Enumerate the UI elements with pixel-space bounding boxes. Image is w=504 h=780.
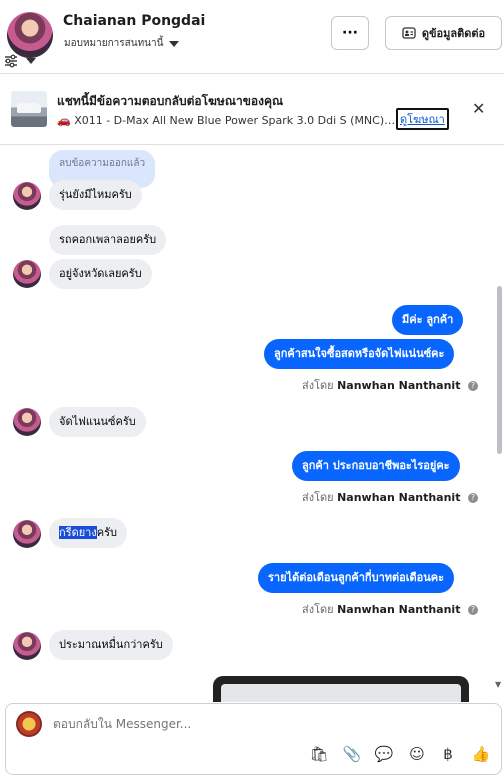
more-options-button[interactable]: ··· bbox=[331, 16, 369, 50]
incoming-message[interactable]: รุ่นยังมีไหมครับ bbox=[49, 180, 142, 210]
shopping-bag-icon[interactable]: 🛍 bbox=[309, 744, 329, 764]
ad-banner-subtitle: 🚗 X011 - D-Max All New Blue Power Spark … bbox=[57, 114, 397, 127]
scrollbar-thumb[interactable] bbox=[497, 286, 502, 454]
ad-thumbnail[interactable] bbox=[11, 91, 47, 127]
close-icon[interactable]: ✕ bbox=[472, 99, 485, 118]
message-thread: ลบข้อความออกแล้ว รุ่นยังมีไหมครับ รถคอกเ… bbox=[0, 146, 504, 702]
selected-text: กรีดยาง bbox=[59, 526, 97, 539]
incoming-message[interactable]: อยู่จังหวัดเลยครับ bbox=[49, 259, 152, 289]
outgoing-message[interactable]: รายได้ต่อเดือนลูกค้ากี่บาทต่อเดือนคะ bbox=[258, 563, 455, 593]
contact-avatar-small[interactable] bbox=[13, 632, 41, 660]
contact-avatar-small[interactable] bbox=[13, 408, 41, 436]
assign-label: มอบหมายการสนทนานี้ bbox=[64, 38, 164, 49]
contact-avatar[interactable] bbox=[7, 12, 53, 58]
sent-by-label: ส่งโดย Nanwhan Nanthanit ? bbox=[302, 376, 478, 394]
attachment-icon[interactable]: 📎 bbox=[342, 744, 362, 764]
incoming-message[interactable]: รถคอกเพลาลอยครับ bbox=[49, 225, 167, 255]
image-message-preview[interactable] bbox=[213, 676, 469, 702]
like-icon[interactable]: 👍 bbox=[471, 744, 491, 764]
sender-name: Nanwhan Nanthanit bbox=[337, 603, 461, 616]
view-contact-info-button[interactable]: ดูข้อมูลติดต่อ bbox=[385, 16, 502, 50]
sent-by-label: ส่งโดย Nanwhan Nanthanit ? bbox=[302, 488, 478, 506]
view-ad-link[interactable]: ดูโฆษณา bbox=[396, 108, 449, 130]
contact-info-label: ดูข้อมูลติดต่อ bbox=[421, 27, 486, 40]
outgoing-message[interactable]: มีค่ะ ลูกค้า bbox=[392, 305, 464, 335]
assign-conversation-dropdown[interactable]: มอบหมายการสนทนานี้ bbox=[64, 36, 180, 51]
contact-card-icon bbox=[402, 27, 416, 39]
contact-name[interactable]: Chaianan Pongdai bbox=[63, 13, 205, 29]
info-icon[interactable]: ? bbox=[467, 493, 478, 503]
outgoing-message[interactable]: ลูกค้า ประกอบอาชีพอะไรอยู่คะ bbox=[292, 451, 460, 481]
conversation-header: Chaianan Pongdai มอบหมายการสนทนานี้ ··· … bbox=[0, 0, 504, 74]
info-icon[interactable]: ? bbox=[467, 381, 478, 391]
page-avatar bbox=[16, 711, 42, 737]
ad-reply-banner: แชทนี้มีข้อความตอบกลับต่อโฆษณาของคุณ 🚗 X… bbox=[0, 75, 504, 145]
filter-dropdown[interactable] bbox=[4, 54, 36, 68]
chevron-down-icon bbox=[169, 40, 180, 47]
scroll-down-arrow-icon[interactable]: ▼ bbox=[495, 680, 501, 689]
sent-by-label: ส่งโดย Nanwhan Nanthanit ? bbox=[302, 600, 478, 618]
incoming-message[interactable]: กรีดยางครับ bbox=[49, 518, 127, 548]
saved-replies-icon[interactable]: 💬 bbox=[374, 744, 394, 764]
sliders-icon bbox=[5, 54, 17, 68]
contact-avatar-small[interactable] bbox=[13, 182, 41, 210]
reply-input[interactable] bbox=[53, 717, 433, 731]
chevron-down-icon bbox=[26, 58, 36, 64]
emoji-icon[interactable]: ☺ bbox=[407, 744, 427, 764]
ad-banner-title: แชทนี้มีข้อความตอบกลับต่อโฆษณาของคุณ bbox=[57, 94, 284, 108]
outgoing-message[interactable]: ลูกค้าสนใจซื้อสดหรือจัดไฟแน่นซ์คะ bbox=[264, 339, 455, 369]
incoming-message[interactable]: จัดไฟแนนซ์ครับ bbox=[49, 407, 146, 437]
contact-avatar-small[interactable] bbox=[13, 260, 41, 288]
contact-avatar-small[interactable] bbox=[13, 520, 41, 548]
info-icon[interactable]: ? bbox=[467, 605, 478, 615]
sender-name: Nanwhan Nanthanit bbox=[337, 379, 461, 392]
message-composer: 🛍 📎 💬 ☺ ฿ 👍 bbox=[5, 703, 502, 775]
sender-name: Nanwhan Nanthanit bbox=[337, 491, 461, 504]
baht-payment-icon[interactable]: ฿ bbox=[438, 744, 458, 764]
incoming-message[interactable]: ประมาณหมื่นกว่าครับ bbox=[49, 630, 173, 660]
